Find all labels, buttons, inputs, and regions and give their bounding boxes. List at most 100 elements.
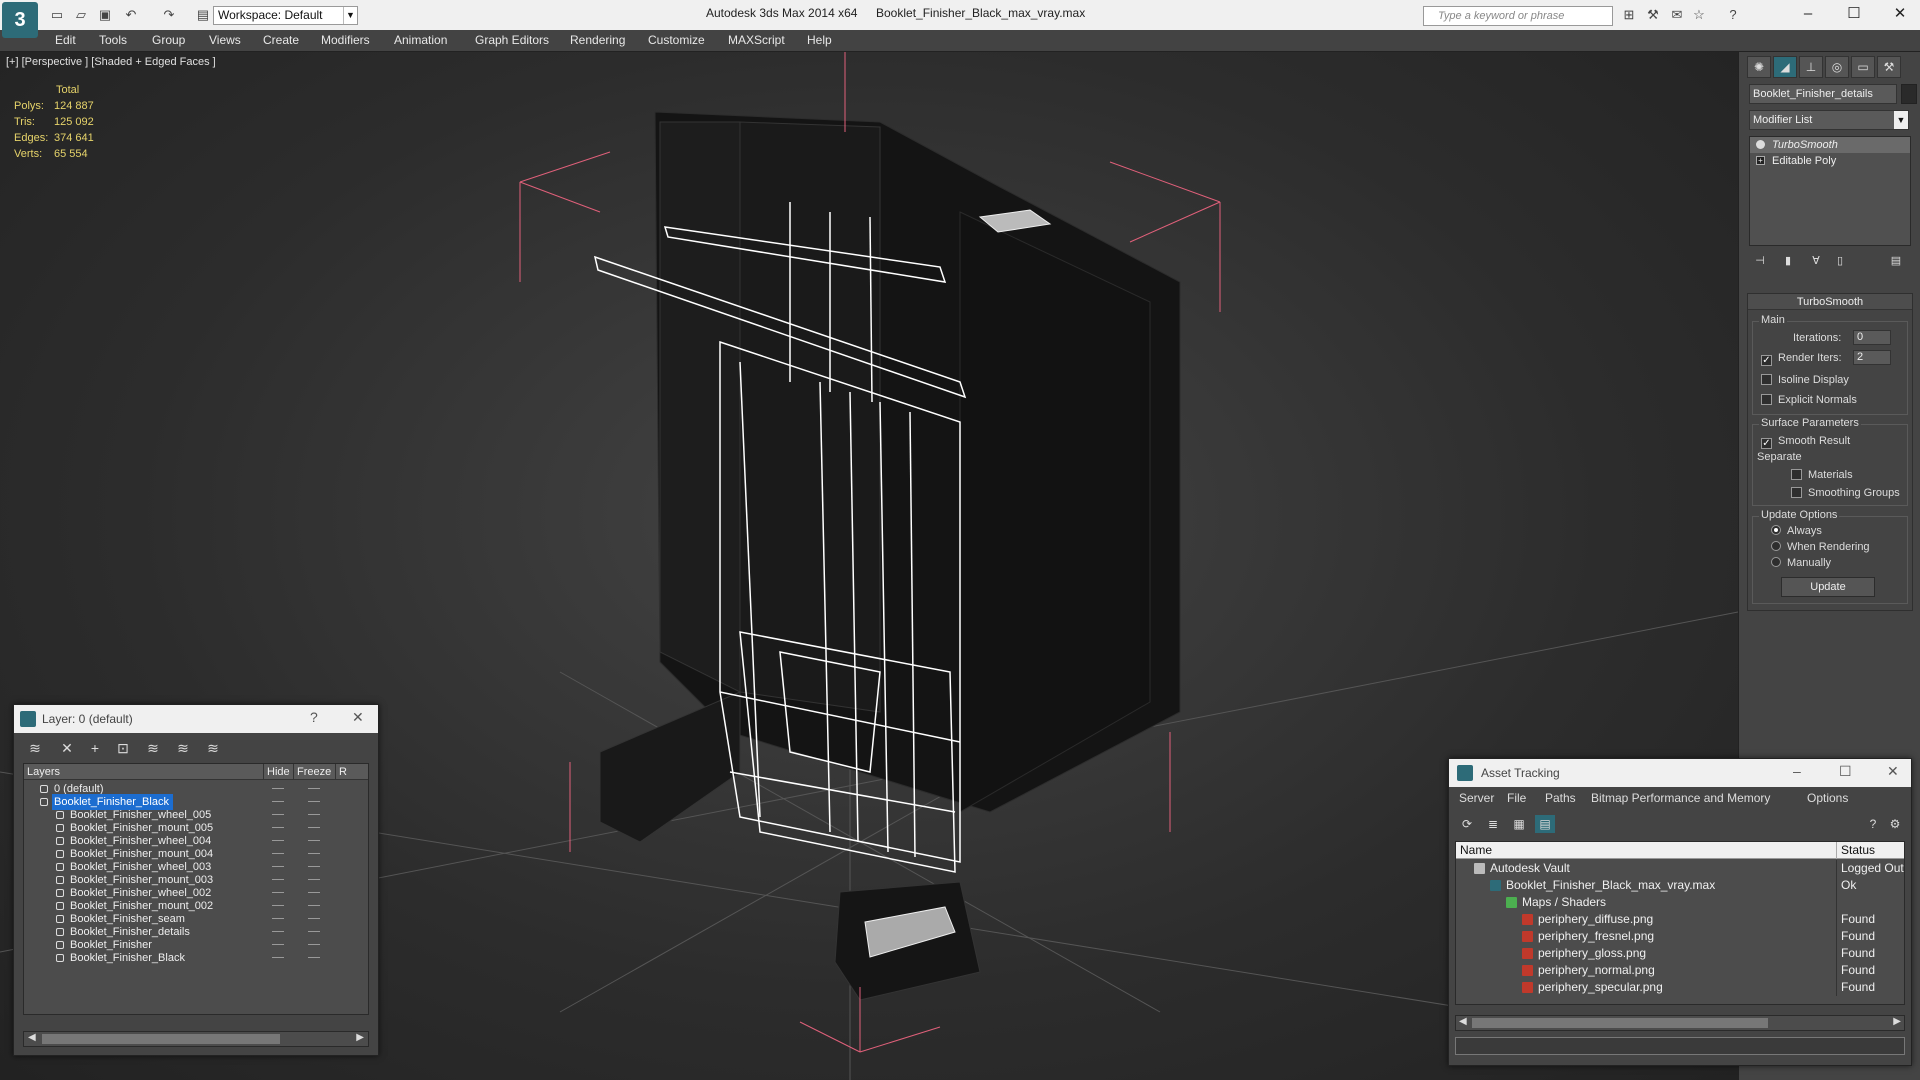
save-file-icon[interactable]: ▣ <box>96 6 114 24</box>
asset-row[interactable]: periphery_fresnel.png Found <box>1456 928 1904 945</box>
make-unique-icon[interactable]: ∀ <box>1805 252 1827 270</box>
lightbulb-icon[interactable] <box>1756 140 1765 149</box>
smoothing-groups-checkbox[interactable] <box>1791 487 1802 498</box>
hide-toggle[interactable] <box>272 892 284 893</box>
scroll-right-icon[interactable]: ▶ <box>356 1032 364 1043</box>
subscription-icon[interactable]: ⚒ <box>1644 6 1662 24</box>
hide-toggle[interactable] <box>272 801 284 802</box>
undo-icon[interactable]: ↶ <box>122 6 140 24</box>
help-icon[interactable]: ? <box>1863 815 1883 833</box>
freeze-toggle[interactable] <box>308 827 320 828</box>
when-rendering-radio[interactable] <box>1771 541 1781 551</box>
freeze-toggle[interactable] <box>308 814 320 815</box>
manually-radio[interactable] <box>1771 557 1781 567</box>
menu-help[interactable]: Help <box>807 33 832 47</box>
freeze-toggle[interactable] <box>308 957 320 958</box>
pin-stack-icon[interactable]: ⊣ <box>1749 252 1771 270</box>
redo-icon[interactable]: ↷ <box>160 6 178 24</box>
hide-toggle[interactable] <box>272 840 284 841</box>
status-column-header[interactable]: Status <box>1836 842 1875 859</box>
modifier-list-dropdown[interactable]: Modifier List ▼ <box>1749 110 1909 130</box>
freeze-column-header[interactable]: Freeze <box>294 764 336 780</box>
menu-customize[interactable]: Customize <box>648 33 705 47</box>
menu-create[interactable]: Create <box>263 33 299 47</box>
layer-row[interactable]: Booklet_Finisher_Black <box>24 950 368 966</box>
configure-modifier-sets-icon[interactable]: ▤ <box>1885 252 1907 270</box>
object-color-swatch[interactable] <box>1901 84 1917 104</box>
asset-row[interactable]: Autodesk Vault Logged Out <box>1456 860 1904 877</box>
project-folder-icon[interactable]: ▤ <box>194 6 212 24</box>
materials-checkbox[interactable] <box>1791 469 1802 480</box>
freeze-toggle[interactable] <box>308 905 320 906</box>
display-tab-icon[interactable]: ▭ <box>1851 56 1875 78</box>
asset-row[interactable]: Booklet_Finisher_Black_max_vray.max Ok <box>1456 877 1904 894</box>
asset-menu-options[interactable]: Options <box>1807 791 1848 805</box>
asset-horizontal-scrollbar[interactable]: ◀ ▶ <box>1455 1015 1905 1031</box>
layer-name[interactable]: Booklet_Finisher_Black <box>68 950 189 966</box>
menu-graph-editors[interactable]: Graph Editors <box>475 33 549 47</box>
hide-all-layers-icon[interactable]: ≋ <box>172 739 194 757</box>
hide-toggle[interactable] <box>272 814 284 815</box>
add-to-layer-icon[interactable]: + <box>84 739 106 757</box>
hide-toggle[interactable] <box>272 853 284 854</box>
create-tab-icon[interactable]: ✺ <box>1747 56 1771 78</box>
close-button[interactable]: ✕ <box>1877 0 1920 30</box>
render-iters-checkbox[interactable]: ✓ <box>1761 355 1772 366</box>
thumbnail-view-icon[interactable]: ▦ <box>1509 815 1529 833</box>
hide-toggle[interactable] <box>272 918 284 919</box>
asset-row[interactable]: periphery_gloss.png Found <box>1456 945 1904 962</box>
select-objects-icon[interactable]: ⊡ <box>112 739 134 757</box>
menu-tools[interactable]: Tools <box>99 33 127 47</box>
expand-icon[interactable]: + <box>1756 156 1765 165</box>
isoline-display-checkbox[interactable] <box>1761 374 1772 385</box>
hide-toggle[interactable] <box>272 866 284 867</box>
freeze-toggle[interactable] <box>308 840 320 841</box>
asset-row[interactable]: periphery_specular.png Found <box>1456 979 1904 996</box>
menu-edit[interactable]: Edit <box>55 33 76 47</box>
refresh-icon[interactable]: ⟳ <box>1457 815 1477 833</box>
freeze-toggle[interactable] <box>308 879 320 880</box>
explicit-normals-checkbox[interactable] <box>1761 394 1772 405</box>
asset-path-field[interactable] <box>1455 1037 1905 1055</box>
menu-group[interactable]: Group <box>152 33 185 47</box>
smooth-result-checkbox[interactable]: ✓ <box>1761 438 1772 449</box>
help-icon[interactable]: ? <box>310 709 318 725</box>
rollout-title[interactable]: TurboSmooth <box>1748 294 1912 310</box>
help-icon[interactable]: ? <box>1724 6 1742 24</box>
close-icon[interactable]: ✕ <box>1887 763 1899 780</box>
asset-dialog-titlebar[interactable]: Asset Tracking – ☐ ✕ <box>1449 759 1911 787</box>
motion-tab-icon[interactable]: ◎ <box>1825 56 1849 78</box>
menu-views[interactable]: Views <box>209 33 241 47</box>
utilities-tab-icon[interactable]: ⚒ <box>1877 56 1901 78</box>
render-column-header[interactable]: R <box>336 764 368 780</box>
settings-icon[interactable]: ⚙ <box>1885 815 1905 833</box>
hide-toggle[interactable] <box>272 931 284 932</box>
layer-dialog-titlebar[interactable]: Layer: 0 (default) ? ✕ <box>14 705 378 733</box>
hierarchy-tab-icon[interactable]: ⊥ <box>1799 56 1823 78</box>
freeze-toggle[interactable] <box>308 931 320 932</box>
minimize-button[interactable]: – <box>1785 0 1831 30</box>
minimize-icon[interactable]: – <box>1793 763 1801 779</box>
list-view-icon[interactable]: ≣ <box>1483 815 1503 833</box>
scrollbar-thumb[interactable] <box>1472 1018 1768 1028</box>
freeze-toggle[interactable] <box>308 853 320 854</box>
freeze-toggle[interactable] <box>308 866 320 867</box>
asset-table[interactable]: Name Status Autodesk Vault Logged Out Book… <box>1455 841 1905 1005</box>
object-name-field[interactable]: Booklet_Finisher_details <box>1749 84 1897 104</box>
scroll-right-icon[interactable]: ▶ <box>1893 1016 1901 1027</box>
menu-rendering[interactable]: Rendering <box>570 33 625 47</box>
render-iters-spinner[interactable]: 2 <box>1853 350 1891 365</box>
freeze-all-layers-icon[interactable]: ≋ <box>202 739 224 757</box>
communication-icon[interactable]: ✉ <box>1668 6 1686 24</box>
name-column-header[interactable]: Name <box>1460 843 1492 857</box>
update-button[interactable]: Update <box>1781 577 1875 597</box>
scrollbar-thumb[interactable] <box>42 1034 280 1044</box>
asset-menu-paths[interactable]: Paths <box>1545 791 1576 805</box>
freeze-toggle[interactable] <box>308 918 320 919</box>
app-logo-icon[interactable]: 3 <box>2 2 38 38</box>
freeze-toggle[interactable] <box>308 892 320 893</box>
always-radio[interactable] <box>1771 525 1781 535</box>
hide-toggle[interactable] <box>272 957 284 958</box>
delete-layer-icon[interactable]: ✕ <box>56 739 78 757</box>
select-layer-icon[interactable]: ≋ <box>142 739 164 757</box>
